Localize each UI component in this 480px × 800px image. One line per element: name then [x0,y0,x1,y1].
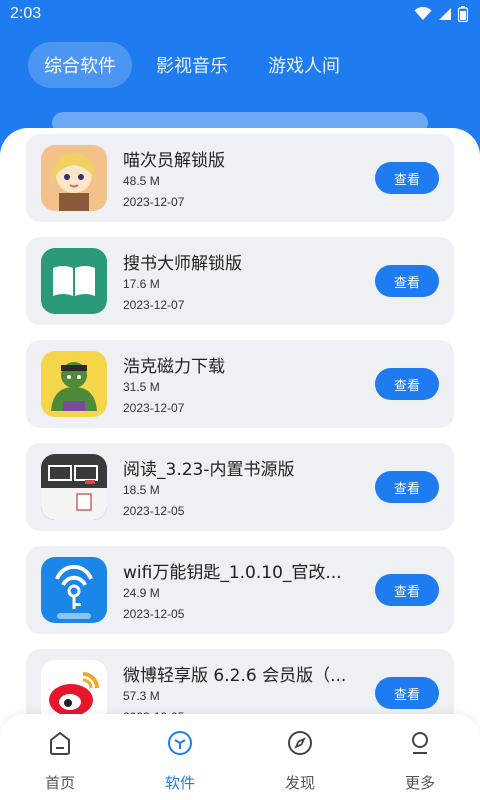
nav-more[interactable]: 更多 [380,728,460,793]
app-size: 31.5 M [123,380,160,394]
status-time: 2:03 [10,5,42,22]
nav-software[interactable]: 软件 [140,728,220,793]
anime-girl-icon [41,145,107,211]
signal-icon [439,8,451,20]
tab-video-music[interactable]: 影视音乐 [140,42,244,88]
user-icon [412,732,428,754]
app-name: 微博轻享版 6.2.6 会员版（... [123,666,347,686]
app-size: 48.5 M [123,174,160,188]
app-name: 浩克磁力下载 [123,357,225,377]
view-button[interactable]: 查看 [375,574,439,606]
nav-discover-label: 发现 [284,774,315,792]
app-card[interactable]: 搜书大师解锁版 17.6 M 2023-12-07 查看 [26,237,454,325]
open-book-icon [41,248,107,314]
tab-games[interactable]: 游戏人间 [252,42,356,88]
app-card[interactable]: 浩克磁力下载 31.5 M 2023-12-07 查看 [26,340,454,428]
app-size: 18.5 M [123,483,160,497]
app-card[interactable]: 喵次员解锁版 48.5 M 2023-12-07 查看 [26,134,454,222]
app-size: 57.3 M [123,689,160,703]
wifi-key-icon [41,557,107,623]
compass-icon [288,731,312,755]
wifi-icon [414,7,432,20]
category-tabs: 综合软件 影视音乐 游戏人间 [28,42,356,88]
nav-discover[interactable]: 发现 [260,728,340,793]
app-date: 2023-12-07 [123,401,185,415]
app-card[interactable]: 阅读_3.23-内置书源版 18.5 M 2023-12-05 查看 [26,443,454,531]
view-button[interactable]: 查看 [375,368,439,400]
app-date: 2023-12-05 [123,607,185,621]
app-date: 2023-12-05 [123,504,185,518]
battery-icon [458,6,468,22]
nav-home-label: 首页 [44,774,75,792]
hulk-icon [41,351,107,417]
app-size: 24.9 M [123,586,160,600]
app-card[interactable]: wifi万能钥匙_1.0.10_官改... 24.9 M 2023-12-05 … [26,546,454,634]
reading-app-icon [41,454,107,520]
status-icons [414,6,468,22]
app-date: 2023-12-07 [123,195,185,209]
app-name: wifi万能钥匙_1.0.10_官改... [123,563,342,583]
app-name: 喵次员解锁版 [123,151,225,171]
nav-home[interactable]: 首页 [20,728,100,793]
bottom-nav: 首页 软件 发现 更多 [0,714,480,800]
status-bar: 2:03 [0,0,480,30]
view-button[interactable]: 查看 [375,677,439,709]
app-name: 搜书大师解锁版 [123,254,242,274]
nav-software-label: 软件 [164,774,195,792]
home-icon [50,731,70,755]
view-button[interactable]: 查看 [375,471,439,503]
tab-software[interactable]: 综合软件 [28,42,132,88]
app-date: 2023-12-07 [123,298,185,312]
app-name: 阅读_3.23-内置书源版 [123,460,295,480]
app-size: 17.6 M [123,277,160,291]
view-button[interactable]: 查看 [375,162,439,194]
software-icon [168,731,192,755]
nav-more-label: 更多 [404,774,435,792]
view-button[interactable]: 查看 [375,265,439,297]
